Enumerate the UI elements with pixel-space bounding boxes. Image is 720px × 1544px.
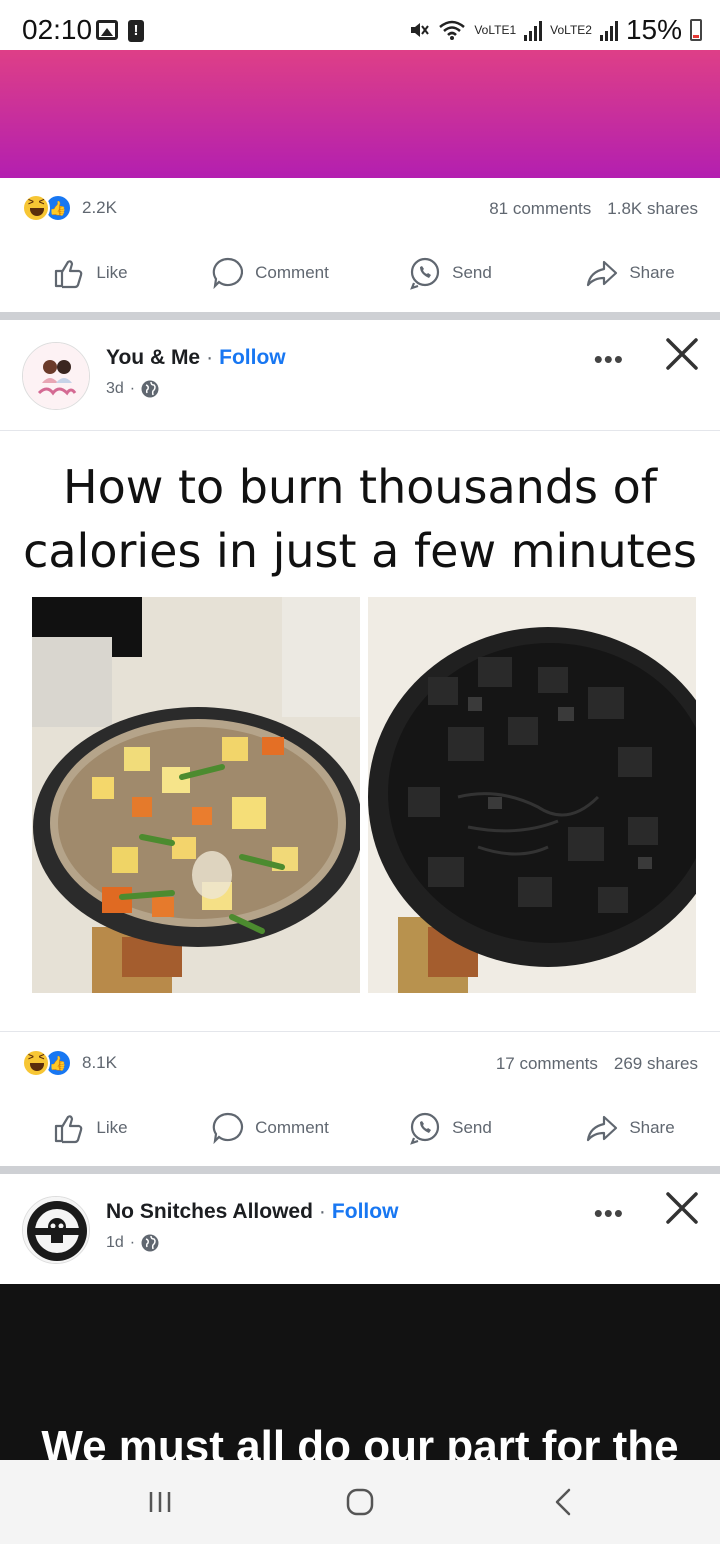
comment-icon bbox=[212, 257, 244, 290]
wifi-icon bbox=[439, 20, 466, 40]
image-notification-icon bbox=[96, 20, 118, 40]
signal-2-icon bbox=[599, 19, 618, 41]
battery-icon bbox=[690, 19, 702, 41]
feed-separator bbox=[0, 1166, 720, 1174]
more-options-icon[interactable]: ••• bbox=[594, 344, 624, 375]
globe-icon bbox=[141, 380, 159, 398]
post-2-header: You & Me · Follow 3d · ••• bbox=[0, 320, 720, 430]
meta-dot: · bbox=[129, 380, 136, 397]
haha-reaction-icon bbox=[22, 194, 50, 222]
post-2-action-bar: Like Comment Send Share bbox=[0, 1096, 720, 1160]
reaction-count[interactable]: 8.1K bbox=[82, 1053, 117, 1073]
comments-count[interactable]: 17 comments bbox=[496, 1054, 598, 1074]
share-button[interactable]: Share bbox=[540, 241, 720, 305]
send-label: Send bbox=[452, 1118, 492, 1137]
comment-icon bbox=[212, 1112, 244, 1145]
notification-icons: ! bbox=[96, 20, 144, 42]
separator-dot: · bbox=[206, 346, 214, 369]
post-3-image[interactable]: We must all do our part for the bbox=[0, 1284, 720, 1464]
recent-apps-button[interactable] bbox=[130, 1482, 190, 1522]
share-arrow-icon bbox=[587, 1115, 618, 1142]
globe-icon bbox=[141, 1234, 159, 1252]
like-label: Like bbox=[96, 1118, 128, 1137]
post-2-image[interactable]: How to burn thousands of calories in jus… bbox=[0, 430, 720, 1032]
author-name[interactable]: No Snitches Allowed bbox=[106, 1200, 313, 1224]
like-button[interactable]: Like bbox=[0, 1096, 180, 1160]
shares-count[interactable]: 1.8K shares bbox=[607, 199, 698, 219]
volte-2-label: VoLTE2 bbox=[550, 23, 592, 37]
reaction-count[interactable]: 2.2K bbox=[82, 198, 117, 218]
status-indicators: VoLTE1 VoLTE2 15% bbox=[408, 14, 702, 46]
post-1-image[interactable] bbox=[0, 50, 720, 178]
shares-count[interactable]: 269 shares bbox=[614, 1054, 698, 1074]
follow-button[interactable]: Follow bbox=[219, 346, 286, 370]
alert-notification-icon: ! bbox=[128, 20, 144, 42]
comment-label: Comment bbox=[255, 263, 329, 282]
post-1-reaction-summary: 👍 2.2K 81 comments 1.8K shares bbox=[0, 180, 720, 236]
close-icon[interactable] bbox=[662, 334, 702, 374]
meme-caption: How to burn thousands of calories in jus… bbox=[0, 455, 720, 583]
home-button[interactable] bbox=[330, 1482, 390, 1522]
send-label: Send bbox=[452, 263, 492, 282]
reaction-icons[interactable]: 👍 2.2K bbox=[22, 194, 117, 222]
fresh-stew-photo bbox=[32, 597, 360, 993]
whatsapp-icon bbox=[410, 1112, 440, 1145]
share-button[interactable]: Share bbox=[540, 1096, 720, 1160]
status-bar: 02:10 ! VoLTE1 VoLTE2 15% bbox=[0, 0, 720, 52]
whatsapp-icon bbox=[410, 257, 440, 290]
follow-button[interactable]: Follow bbox=[332, 1200, 399, 1224]
like-button[interactable]: Like bbox=[0, 241, 180, 305]
share-label: Share bbox=[629, 1118, 675, 1137]
post-time[interactable]: 1d bbox=[106, 1234, 124, 1252]
comments-count[interactable]: 81 comments bbox=[489, 199, 591, 219]
recent-apps-icon bbox=[149, 1492, 171, 1512]
send-button[interactable]: Send bbox=[360, 241, 540, 305]
close-icon[interactable] bbox=[662, 1188, 702, 1228]
comment-button[interactable]: Comment bbox=[180, 241, 360, 305]
haha-reaction-icon bbox=[22, 1049, 50, 1077]
you-and-me-avatar[interactable] bbox=[22, 342, 90, 410]
share-arrow-icon bbox=[587, 260, 618, 287]
separator-dot: · bbox=[318, 1200, 326, 1223]
more-options-icon[interactable]: ••• bbox=[594, 1198, 624, 1229]
home-icon bbox=[346, 1488, 374, 1516]
author-name[interactable]: You & Me bbox=[106, 346, 200, 370]
signal-1-icon bbox=[524, 19, 543, 41]
mute-icon bbox=[411, 23, 430, 37]
post-2-reaction-summary: 👍 8.1K 17 comments 269 shares bbox=[0, 1035, 720, 1091]
post-1-action-bar: Like Comment Send Share bbox=[0, 241, 720, 305]
battery-percent: 15% bbox=[625, 14, 682, 45]
post-3-caption: We must all do our part for the bbox=[41, 1422, 679, 1464]
share-label: Share bbox=[629, 263, 675, 282]
reaction-icons[interactable]: 👍 8.1K bbox=[22, 1049, 117, 1077]
thumbs-up-icon bbox=[55, 260, 83, 289]
send-button[interactable]: Send bbox=[360, 1096, 540, 1160]
back-button[interactable] bbox=[534, 1482, 594, 1522]
meta-dot: · bbox=[129, 1234, 136, 1251]
post-3-header: No Snitches Allowed · Follow 1d · ••• bbox=[0, 1174, 720, 1284]
caption-line-2: calories in just a few minutes bbox=[23, 524, 697, 578]
caption-line-1: How to burn thousands of bbox=[63, 460, 657, 514]
post-time[interactable]: 3d bbox=[106, 380, 124, 398]
burnt-stew-photo bbox=[368, 597, 696, 993]
feed-separator bbox=[0, 312, 720, 320]
status-time: 02:10 bbox=[22, 14, 93, 45]
comment-button[interactable]: Comment bbox=[180, 1096, 360, 1160]
system-navigation-bar bbox=[0, 1460, 720, 1544]
no-snitches-allowed-avatar[interactable] bbox=[22, 1196, 90, 1264]
comment-label: Comment bbox=[255, 1118, 329, 1137]
like-label: Like bbox=[96, 263, 128, 282]
back-chevron-icon bbox=[555, 1488, 571, 1516]
thumbs-up-icon bbox=[55, 1115, 83, 1144]
volte-1-label: VoLTE1 bbox=[474, 23, 517, 37]
